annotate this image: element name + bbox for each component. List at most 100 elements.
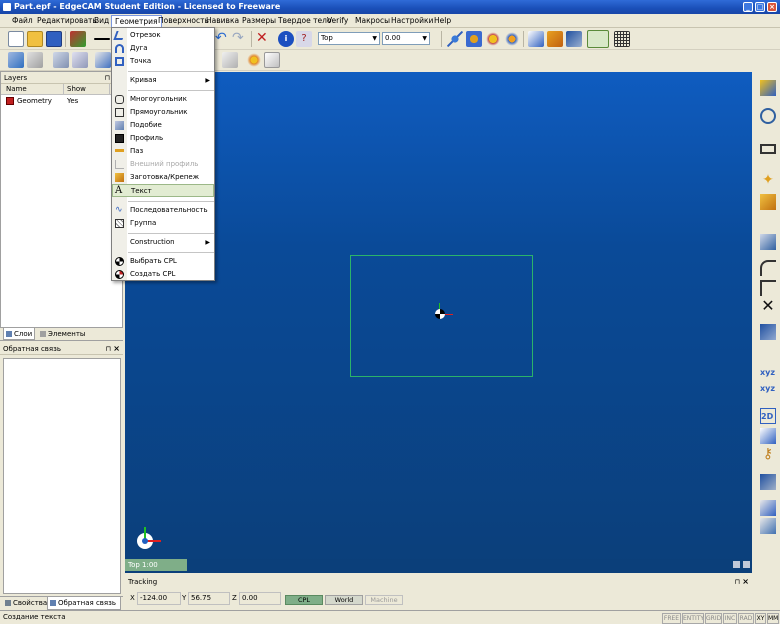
document-icon[interactable] [53, 52, 69, 68]
rotate-view-icon[interactable] [466, 31, 482, 47]
circle-icon[interactable] [760, 108, 776, 124]
tool-icon[interactable] [760, 500, 776, 516]
pin-icon[interactable]: ⊓ [735, 576, 740, 588]
status-inc[interactable]: INC [723, 613, 737, 624]
y-coordinate-field[interactable]: 56.75 [188, 592, 230, 605]
color-picker-icon[interactable] [70, 31, 86, 47]
eraser-icon[interactable] [222, 52, 238, 68]
menu-item-create-cpl[interactable]: Создать CPL [112, 268, 214, 281]
snap-icon[interactable] [447, 31, 463, 47]
menu-help[interactable]: Help [431, 15, 454, 27]
menu-item-slot[interactable]: Паз [112, 145, 214, 158]
table-row[interactable]: Geometry Yes [1, 95, 122, 107]
menu-item-text[interactable]: A Текст [112, 184, 214, 197]
menu-item-line[interactable]: Отрезок [112, 29, 214, 42]
menu-item-polygon[interactable]: Многоугольник [112, 93, 214, 106]
pin-icon[interactable]: ⊓ [105, 72, 110, 84]
cpl-toggle-icon[interactable] [587, 30, 609, 48]
layer-show[interactable]: Yes [67, 95, 78, 107]
machine-button[interactable]: Machine [365, 595, 403, 605]
cpl-button[interactable]: CPL [285, 595, 323, 605]
rectangle-icon[interactable] [760, 144, 776, 154]
key-icon[interactable]: ⚷ [760, 446, 776, 462]
status-mm[interactable]: MM [767, 613, 779, 624]
menu-macros[interactable]: Макросы [352, 15, 393, 27]
viewport-close-icon[interactable] [743, 561, 750, 568]
xyz-offset-icon[interactable]: xyz [760, 381, 776, 397]
grid-icon[interactable] [614, 31, 630, 47]
pan-view-icon[interactable] [504, 31, 520, 47]
menu-verify[interactable]: Verify [324, 15, 351, 27]
menu-nav[interactable]: Навивка [203, 15, 242, 27]
new-file-icon[interactable] [8, 31, 24, 47]
zoom-view-icon[interactable] [485, 31, 501, 47]
pin-icon[interactable]: ⊓ [106, 343, 111, 355]
menu-edit[interactable]: Редактировать [34, 15, 100, 27]
menu-file[interactable]: Файл [9, 15, 36, 27]
status-free[interactable]: FREE [662, 613, 681, 624]
save-icon[interactable] [46, 31, 62, 47]
menu-item-rectangle[interactable]: Прямоугольник [112, 106, 214, 119]
graphics-viewport[interactable]: Top 1:00 [125, 72, 752, 573]
redo-icon[interactable]: ↷ [232, 31, 248, 47]
undo-icon[interactable]: ↶ [215, 31, 231, 47]
x-coordinate-field[interactable]: -124.00 [137, 592, 181, 605]
query-icon[interactable]: ? [296, 31, 312, 47]
fillet-icon[interactable] [760, 260, 776, 276]
stock-icon[interactable] [760, 194, 776, 210]
machine-icon[interactable] [566, 31, 582, 47]
measure-icon[interactable] [760, 428, 776, 444]
tab-elements[interactable]: Элементы [38, 328, 86, 340]
close-button[interactable]: × [767, 2, 777, 12]
status-rad[interactable]: RAD [738, 613, 754, 624]
z-coordinate-field[interactable]: 0.00 [239, 592, 281, 605]
menu-item-sequence[interactable]: ∿ Последовательность [112, 204, 214, 217]
layers-icon[interactable] [8, 52, 24, 68]
menu-dimensions[interactable]: Размеры [239, 15, 279, 27]
value-field[interactable]: 0.00 ▼ [382, 32, 430, 45]
menu-item-similar[interactable]: Подобие [112, 119, 214, 132]
tab-layers[interactable]: Слои [3, 328, 35, 340]
open-folder-icon[interactable] [27, 31, 43, 47]
menu-settings[interactable]: Настройки [388, 15, 436, 27]
trim-icon[interactable]: ✕ [760, 298, 776, 314]
solid-box-icon[interactable] [528, 31, 544, 47]
menu-item-group[interactable]: Группа [112, 217, 214, 230]
delete-icon[interactable]: ✕ [256, 31, 272, 47]
refresh-icon[interactable] [246, 52, 262, 68]
column-header-show[interactable]: Show [67, 84, 86, 95]
menu-item-construction[interactable]: Construction ▶ [112, 236, 214, 249]
menu-geometry[interactable]: Геометрия [111, 15, 162, 27]
stock-icon[interactable] [547, 31, 563, 47]
snap-icon[interactable] [760, 80, 776, 96]
grid-snap-icon[interactable] [760, 474, 776, 490]
menu-item-stock-fixture[interactable]: Заготовка/Крепеж [112, 171, 214, 184]
menu-item-arc[interactable]: Дуга [112, 42, 214, 55]
status-grid[interactable]: GRID [705, 613, 722, 624]
offset-icon[interactable] [760, 518, 776, 534]
menu-item-curve[interactable]: Кривая ▶ [112, 74, 214, 87]
xyz-icon[interactable]: xyz [760, 365, 776, 381]
tab-properties[interactable]: Свойства [3, 597, 47, 610]
maximize-button[interactable]: □ [755, 2, 765, 12]
menu-item-point[interactable]: Точка [112, 55, 214, 68]
status-xy[interactable]: XY [755, 613, 766, 624]
view-select[interactable]: Top ▼ [318, 32, 380, 45]
viewport-restore-icon[interactable] [733, 561, 740, 568]
menu-item-profile[interactable]: Профиль [112, 132, 214, 145]
copy-icon[interactable] [72, 52, 88, 68]
star-icon[interactable]: ✦ [760, 172, 776, 188]
select-icon[interactable] [760, 234, 776, 250]
close-icon[interactable]: × [113, 343, 120, 355]
tab-feedback[interactable]: Обратная связь [47, 597, 121, 610]
info-icon[interactable]: i [278, 31, 294, 47]
extend-icon[interactable] [760, 324, 776, 340]
eraser-icon[interactable] [27, 52, 43, 68]
close-icon[interactable]: × [742, 576, 749, 588]
world-button[interactable]: World [325, 595, 363, 605]
page-icon[interactable] [264, 52, 280, 68]
minimize-button[interactable]: _ [743, 2, 753, 12]
column-header-name[interactable]: Name [6, 84, 27, 95]
transform-icon[interactable] [95, 52, 111, 68]
line-style-icon[interactable] [94, 38, 110, 40]
